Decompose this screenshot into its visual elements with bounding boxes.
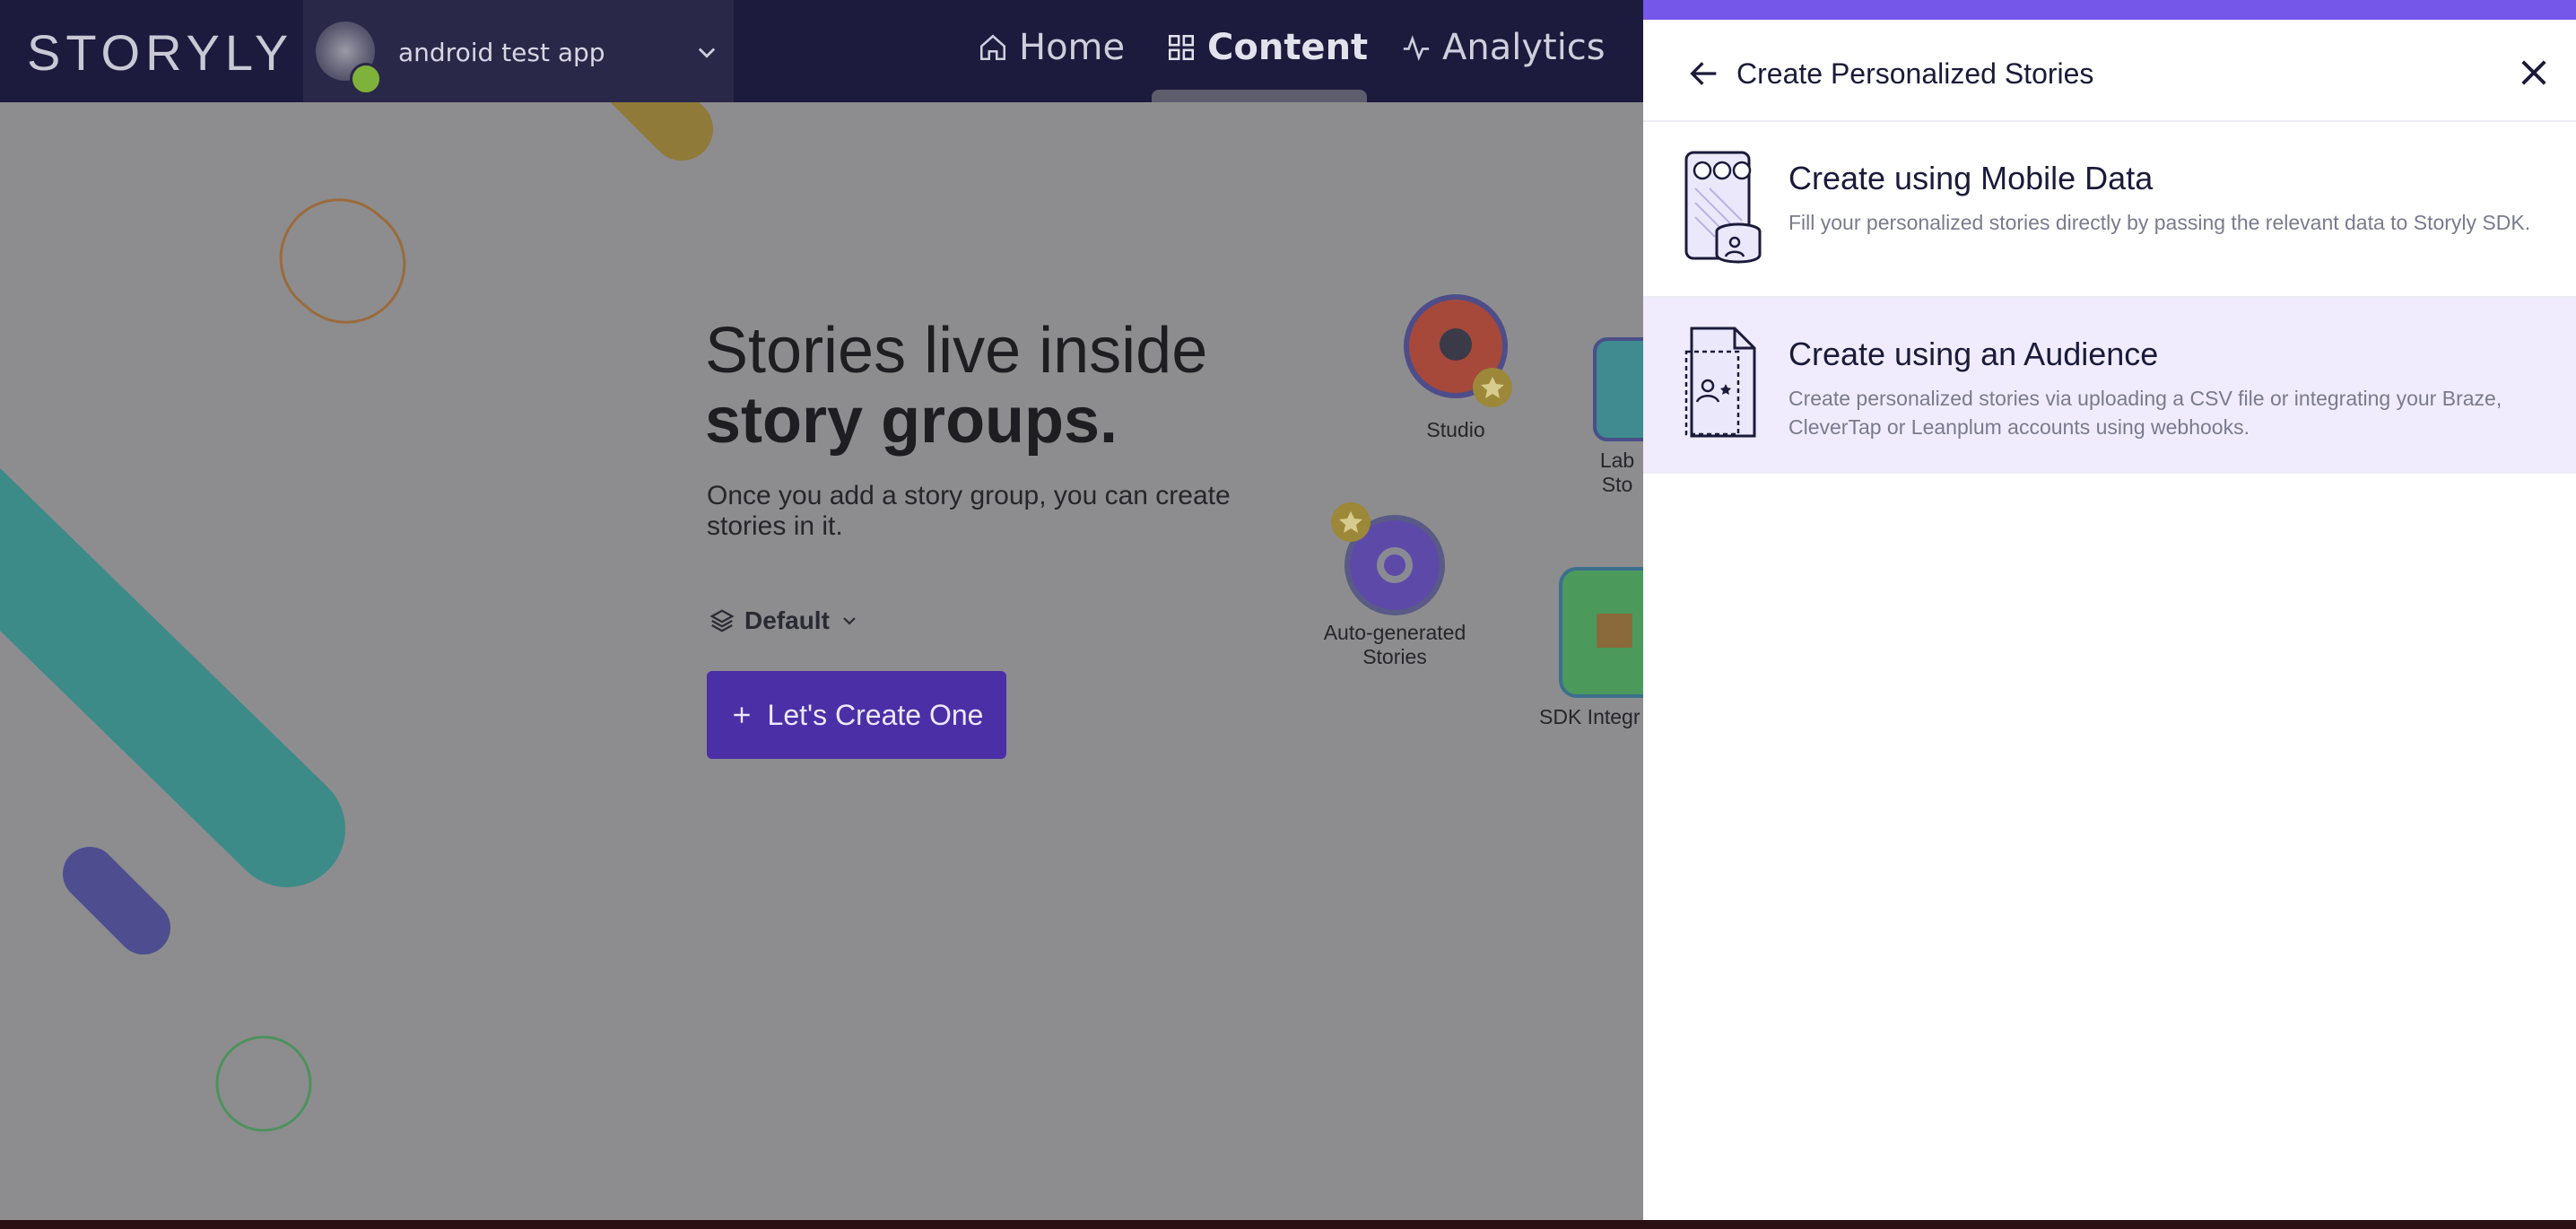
hero-subtitle: Once you add a story group, you can crea… [707,481,1231,541]
nav-analytics-label: Analytics [1442,27,1606,68]
nav-home[interactable]: Home [978,27,1125,68]
chevron-down-icon[interactable] [694,39,719,65]
window-bottom-edge [0,1220,2576,1229]
active-tab-indicator [1152,90,1367,102]
plus-icon [733,707,750,723]
storyly-logo[interactable]: STORYLY [27,23,293,82]
story-label: Studio [1426,418,1485,441]
story-group-studio[interactable]: Studio [1396,292,1516,442]
nav-content[interactable]: Content [1166,27,1368,68]
hero-title: Stories live inside story groups. [705,316,1207,456]
panel-accent-stripe [1643,0,2576,20]
pulse-icon [1403,35,1430,61]
layers-icon [709,609,735,632]
story-group-lab[interactable]: Lab Sto [1591,336,1643,497]
story-label: SDK Integr [1539,705,1640,728]
home-icon [979,34,1006,61]
close-icon[interactable] [2515,54,2553,92]
create-personalized-stories-panel: Create Personalized Stories Create using… [1643,0,2576,1220]
option-description: Create personalized stories via uploadin… [1788,387,2502,439]
sdk-thumbnail [1559,567,1643,698]
story-label: Lab Sto [1599,449,1635,496]
lab-thumbnail [1593,337,1643,441]
panel-title: Create Personalized Stories [1736,57,2094,90]
audience-file-icon [1684,327,1756,438]
cta-label: Let's Create One [767,698,984,731]
arrow-left-icon[interactable] [1686,56,1722,92]
hero-title-line2: story groups. [705,385,1118,457]
panel-header: Create Personalized Stories [1643,20,2576,122]
nav-home-label: Home [1019,27,1126,68]
chevron-down-icon [843,617,856,625]
app-name: android test app [398,38,605,67]
option-title: Create using Mobile Data [1788,160,2154,196]
mobile-data-icon [1684,151,1762,264]
auto-generated-thumbnail [1331,502,1445,615]
option-title: Create using an Audience [1788,336,2159,372]
option-description: Fill your personalized stories directly … [1788,211,2531,234]
lets-create-one-button[interactable]: Let's Create One [707,671,1006,759]
option-mobile-data[interactable]: Create using Mobile Data Fill your perso… [1643,122,2576,298]
story-label: Auto-generated Stories [1323,621,1466,668]
option-audience[interactable]: Create using an Audience Create personal… [1643,298,2576,474]
default-label: Default [744,606,830,634]
hero-title-line1: Stories live inside [705,315,1208,387]
android-icon [350,63,382,95]
nav-analytics[interactable]: Analytics [1401,27,1606,68]
story-group-auto-generated[interactable]: Auto-generated Stories [1310,499,1480,669]
story-group-sdk-integration[interactable]: SDK Integr [1539,565,1643,729]
default-group-select[interactable]: Default [709,606,860,635]
studio-thumbnail [1404,294,1512,407]
nav-content-label: Content [1207,27,1369,68]
grid-icon [1168,34,1195,61]
